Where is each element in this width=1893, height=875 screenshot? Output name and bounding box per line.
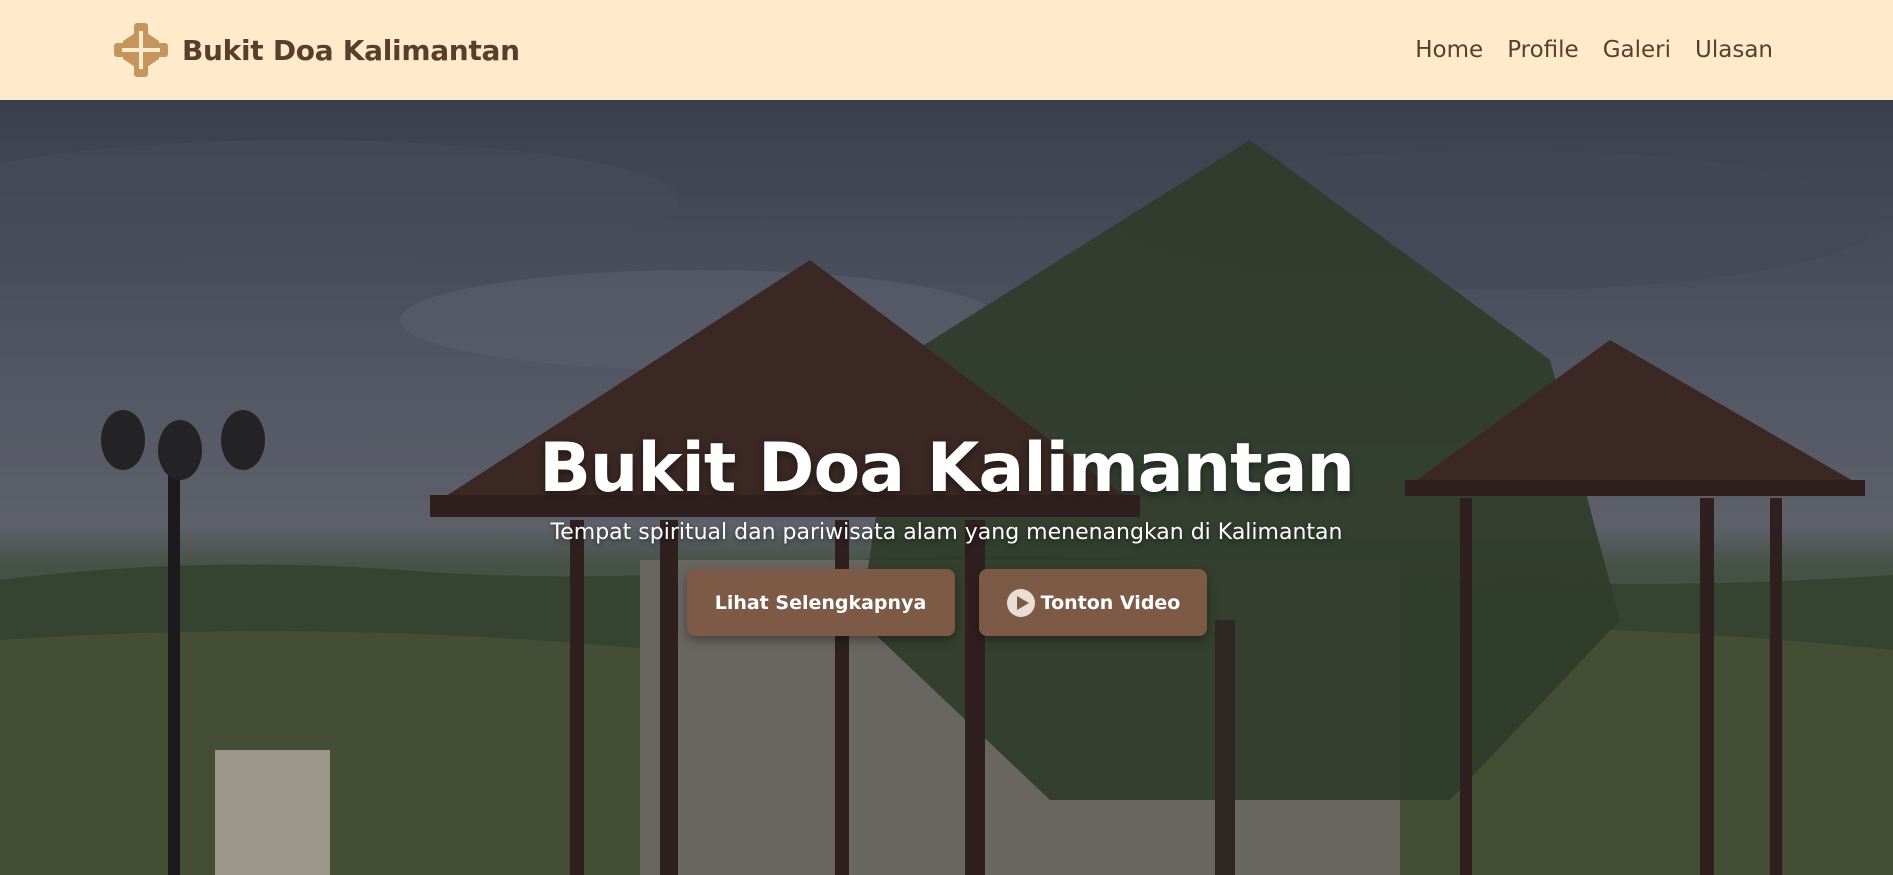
navbar: Bukit Doa Kalimantan Home Profile Galeri…: [0, 0, 1893, 100]
see-more-button[interactable]: Lihat Selengkapnya: [686, 569, 955, 636]
hero-title: Bukit Doa Kalimantan: [539, 429, 1355, 508]
cross-logo-icon: [114, 23, 168, 77]
nav-link-home[interactable]: Home: [1415, 37, 1483, 63]
see-more-label: Lihat Selengkapnya: [714, 591, 927, 614]
brand[interactable]: Bukit Doa Kalimantan: [112, 21, 520, 79]
main-nav: Home Profile Galeri Ulasan: [1415, 37, 1773, 63]
hero-actions: Lihat Selengkapnya Tonton Video: [0, 569, 1893, 636]
nav-link-ulasan[interactable]: Ulasan: [1695, 37, 1773, 63]
nav-link-galeri[interactable]: Galeri: [1603, 37, 1671, 63]
nav-link-profile[interactable]: Profile: [1507, 37, 1579, 63]
watch-video-button[interactable]: Tonton Video: [978, 569, 1207, 636]
hero-section: Bukit Doa Kalimantan Tempat spiritual da…: [0, 100, 1893, 875]
hero-subtitle: Tempat spiritual dan pariwisata alam yan…: [550, 520, 1343, 545]
hero-content: Bukit Doa Kalimantan Tempat spiritual da…: [0, 430, 1893, 636]
brand-name: Bukit Doa Kalimantan: [182, 33, 520, 67]
play-circle-icon: [1006, 588, 1035, 617]
watch-video-label: Tonton Video: [1040, 591, 1181, 614]
